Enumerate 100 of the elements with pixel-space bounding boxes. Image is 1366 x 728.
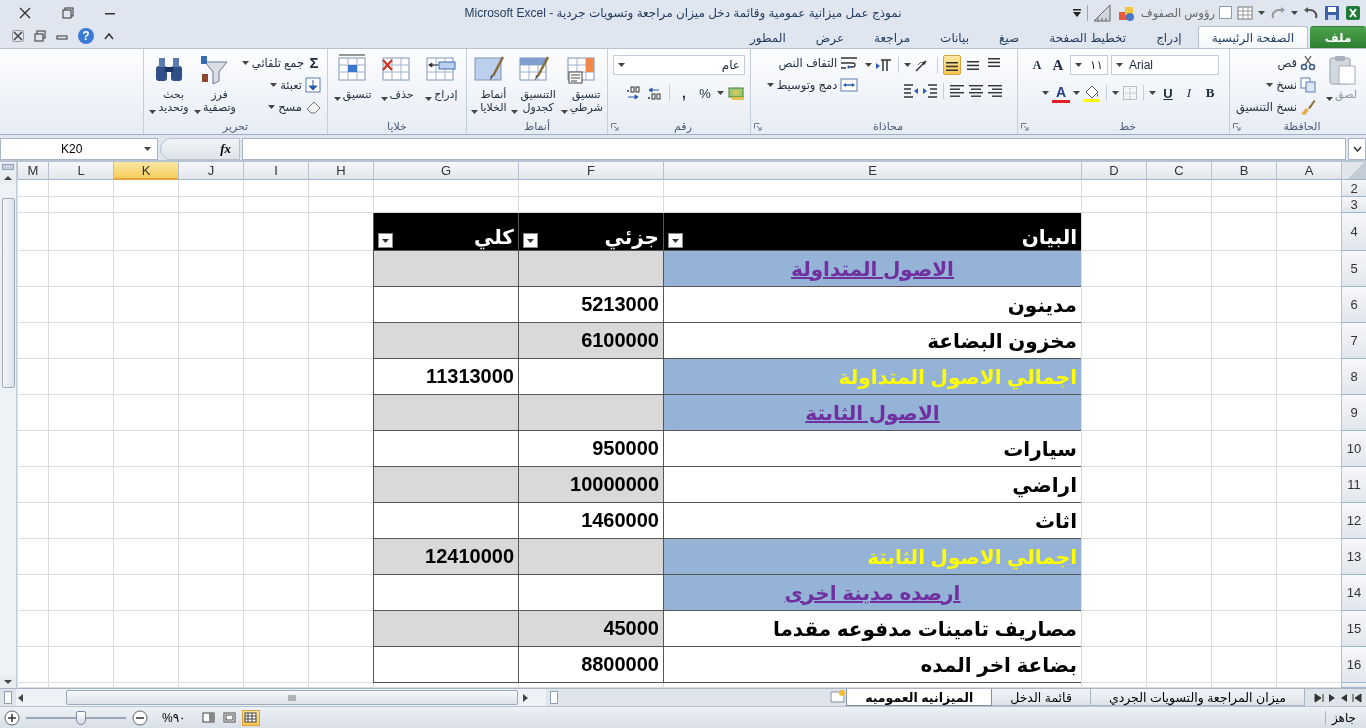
- column-header[interactable]: I: [243, 162, 308, 180]
- row-number[interactable]: 3: [1341, 197, 1366, 213]
- page-break-button[interactable]: [199, 709, 218, 726]
- empty-cell[interactable]: [113, 197, 178, 213]
- empty-cell[interactable]: [113, 180, 178, 197]
- row-number[interactable]: 12: [1341, 503, 1366, 539]
- empty-cell[interactable]: [48, 395, 113, 431]
- column-header[interactable]: C: [1146, 162, 1211, 180]
- empty-cell[interactable]: [48, 251, 113, 287]
- empty-cell[interactable]: [1146, 359, 1211, 395]
- row-number[interactable]: 2: [1341, 180, 1366, 197]
- empty-cell[interactable]: [178, 395, 243, 431]
- empty-cell[interactable]: [1211, 575, 1276, 611]
- empty-cell[interactable]: [1146, 213, 1211, 251]
- empty-cell[interactable]: [1211, 359, 1276, 395]
- zoom-out-icon[interactable]: [132, 709, 148, 726]
- formula-input[interactable]: [242, 138, 1346, 160]
- empty-cell[interactable]: [178, 323, 243, 359]
- empty-cell[interactable]: [243, 611, 308, 647]
- empty-cell[interactable]: [243, 503, 308, 539]
- font-size-field[interactable]: ١١: [1070, 55, 1108, 75]
- empty-cell[interactable]: [178, 197, 243, 213]
- text-direction-icon[interactable]: [875, 58, 894, 72]
- empty-cell[interactable]: [48, 323, 113, 359]
- column-header[interactable]: K: [113, 162, 178, 180]
- empty-cell[interactable]: [243, 323, 308, 359]
- sheet-tab[interactable]: ميزان المراجعة والتسويات الجردي: [1089, 689, 1305, 706]
- ribbon-tab[interactable]: تخطيط الصفحة: [1035, 26, 1141, 48]
- empty-cell[interactable]: [17, 611, 48, 647]
- row-number[interactable]: 11: [1341, 467, 1366, 503]
- collapse-ribbon-icon[interactable]: [104, 32, 114, 40]
- last-sheet-icon[interactable]: [1314, 692, 1324, 703]
- column-header[interactable]: A: [1276, 162, 1341, 180]
- empty-cell[interactable]: [113, 359, 178, 395]
- fill-color-icon[interactable]: [1083, 84, 1101, 102]
- clear-button[interactable]: مسح: [266, 96, 323, 117]
- empty-cell[interactable]: [1211, 647, 1276, 683]
- previous-sheet-icon[interactable]: [1340, 692, 1348, 703]
- zoom-in-icon[interactable]: [4, 709, 20, 726]
- empty-cell[interactable]: [113, 539, 178, 575]
- empty-cell[interactable]: [1146, 539, 1211, 575]
- empty-cell[interactable]: [178, 287, 243, 323]
- delete-button[interactable]: حذف: [376, 52, 418, 103]
- empty-cell[interactable]: [308, 180, 373, 197]
- empty-cell[interactable]: [243, 467, 308, 503]
- empty-cell[interactable]: [113, 323, 178, 359]
- checkbox[interactable]: [1219, 6, 1232, 19]
- empty-cell[interactable]: [178, 359, 243, 395]
- empty-cell[interactable]: [1146, 467, 1211, 503]
- empty-cell[interactable]: [48, 180, 113, 197]
- help-button[interactable]: ?: [78, 28, 94, 44]
- empty-cell[interactable]: [1211, 539, 1276, 575]
- dialog-launcher-icon[interactable]: [1233, 122, 1241, 131]
- ribbon-tab[interactable]: مراجعة: [860, 26, 925, 48]
- empty-cell[interactable]: [17, 539, 48, 575]
- empty-cell[interactable]: [17, 395, 48, 431]
- column-header[interactable]: E: [663, 162, 1081, 180]
- restore-icon[interactable]: [62, 6, 74, 19]
- ribbon-tab[interactable]: الصفحة الرئيسية: [1197, 26, 1308, 48]
- empty-cell[interactable]: [1146, 503, 1211, 539]
- column-header[interactable]: B: [1211, 162, 1276, 180]
- empty-cell[interactable]: [178, 539, 243, 575]
- empty-cell[interactable]: [243, 197, 308, 213]
- empty-cell[interactable]: [1211, 287, 1276, 323]
- column-header[interactable]: D: [1081, 162, 1146, 180]
- name-box[interactable]: K20: [0, 138, 158, 160]
- empty-cell[interactable]: [17, 287, 48, 323]
- font-name-field[interactable]: Arial: [1111, 55, 1219, 75]
- row-number[interactable]: 16: [1341, 647, 1366, 683]
- empty-cell[interactable]: [48, 213, 113, 251]
- empty-cell[interactable]: [178, 213, 243, 251]
- row-number[interactable]: 15: [1341, 611, 1366, 647]
- ribbon-tab[interactable]: صيغ: [985, 26, 1034, 48]
- fill-button[interactable]: تعبئة: [268, 74, 323, 95]
- empty-cell[interactable]: [663, 180, 1081, 197]
- format-table-button[interactable]: التنسيق كجدول: [510, 52, 557, 116]
- increase-decimal-icon[interactable]: [646, 85, 664, 101]
- empty-cell[interactable]: [48, 611, 113, 647]
- empty-cell[interactable]: [48, 539, 113, 575]
- row-number[interactable]: 7: [1341, 323, 1366, 359]
- empty-cell[interactable]: [308, 197, 373, 213]
- file-tab[interactable]: ملف: [1310, 26, 1366, 48]
- empty-cell[interactable]: [1146, 575, 1211, 611]
- empty-cell[interactable]: [113, 575, 178, 611]
- close-icon[interactable]: [18, 5, 32, 20]
- empty-cell[interactable]: [518, 180, 663, 197]
- ribbon-tab[interactable]: إدراج: [1142, 26, 1196, 48]
- bold-button[interactable]: B: [1201, 83, 1219, 103]
- row-number[interactable]: 14: [1341, 575, 1366, 611]
- dialog-launcher-icon[interactable]: [611, 122, 619, 131]
- empty-cell[interactable]: [1211, 611, 1276, 647]
- slider-thumb[interactable]: [76, 710, 86, 725]
- insert-button[interactable]: إدراج: [420, 52, 462, 103]
- split-handle[interactable]: [4, 691, 12, 704]
- empty-cell[interactable]: [113, 395, 178, 431]
- empty-cell[interactable]: [17, 359, 48, 395]
- empty-cell[interactable]: [178, 467, 243, 503]
- empty-cell[interactable]: [243, 539, 308, 575]
- shapes-icon[interactable]: [1117, 4, 1136, 21]
- empty-cell[interactable]: [1146, 180, 1211, 197]
